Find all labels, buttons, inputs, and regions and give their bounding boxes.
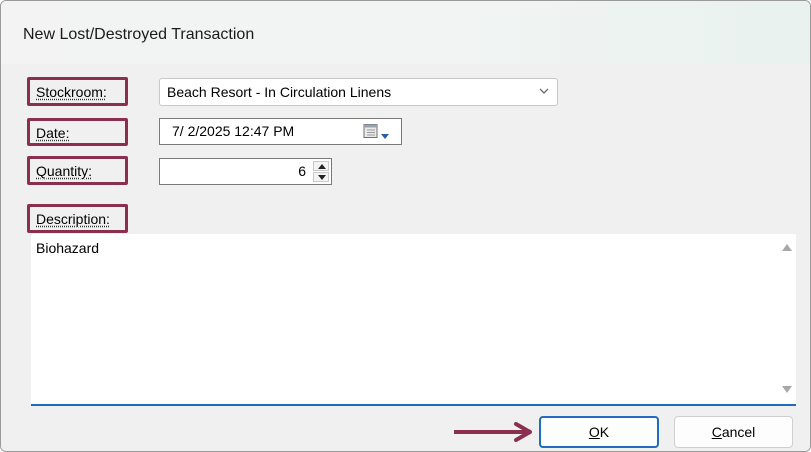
quantity-stepper[interactable]: 6 [159,158,332,185]
date-label-highlight: Date: [27,118,128,146]
cancel-mnemonic: C [711,424,722,440]
date-label: Date: [36,125,70,141]
scroll-up-icon[interactable] [782,243,792,251]
description-label: Description: [36,211,110,227]
date-value[interactable]: 7/ 2/2025 12:47 PM [172,123,294,139]
stockroom-label-highlight: Stockroom: [27,77,128,106]
triangle-up-icon [318,164,326,169]
ok-button[interactable]: OK [539,416,659,448]
quantity-value[interactable]: 6 [298,163,306,179]
window-title: New Lost/Destroyed Transaction [23,26,255,43]
chevron-down-icon[interactable] [537,83,551,99]
spin-buttons [313,161,329,182]
stockroom-value: Beach Resort - In Circulation Linens [167,84,392,100]
description-label-highlight: Description: [27,204,128,233]
description-textarea[interactable]: Biohazard [31,234,796,406]
quantity-label: Quantity: [36,163,93,179]
ok-label: K [599,424,610,440]
vertical-scrollbar[interactable] [778,234,796,404]
scroll-down-icon[interactable] [782,386,792,394]
dropdown-arrow-icon[interactable] [381,127,389,139]
triangle-down-icon [318,175,326,180]
spin-up-button[interactable] [313,161,329,171]
stockroom-select[interactable]: Beach Resort - In Circulation Linens [159,78,558,106]
cancel-button[interactable]: Cancel [674,416,793,448]
quantity-label-highlight: Quantity: [27,156,128,185]
calendar-icon[interactable] [363,123,379,139]
spin-down-button[interactable] [313,172,329,182]
description-value[interactable]: Biohazard [36,240,99,256]
cancel-label: ancel [721,424,756,440]
ok-mnemonic: O [588,424,600,440]
arrow-right-icon [454,422,532,442]
stockroom-label: Stockroom: [36,84,107,100]
title-bar[interactable]: New Lost/Destroyed Transaction [1,1,810,64]
date-picker[interactable]: 7/ 2/2025 12:47 PM [159,118,402,145]
dialog-window: New Lost/Destroyed Transaction Stockroom… [0,0,811,452]
